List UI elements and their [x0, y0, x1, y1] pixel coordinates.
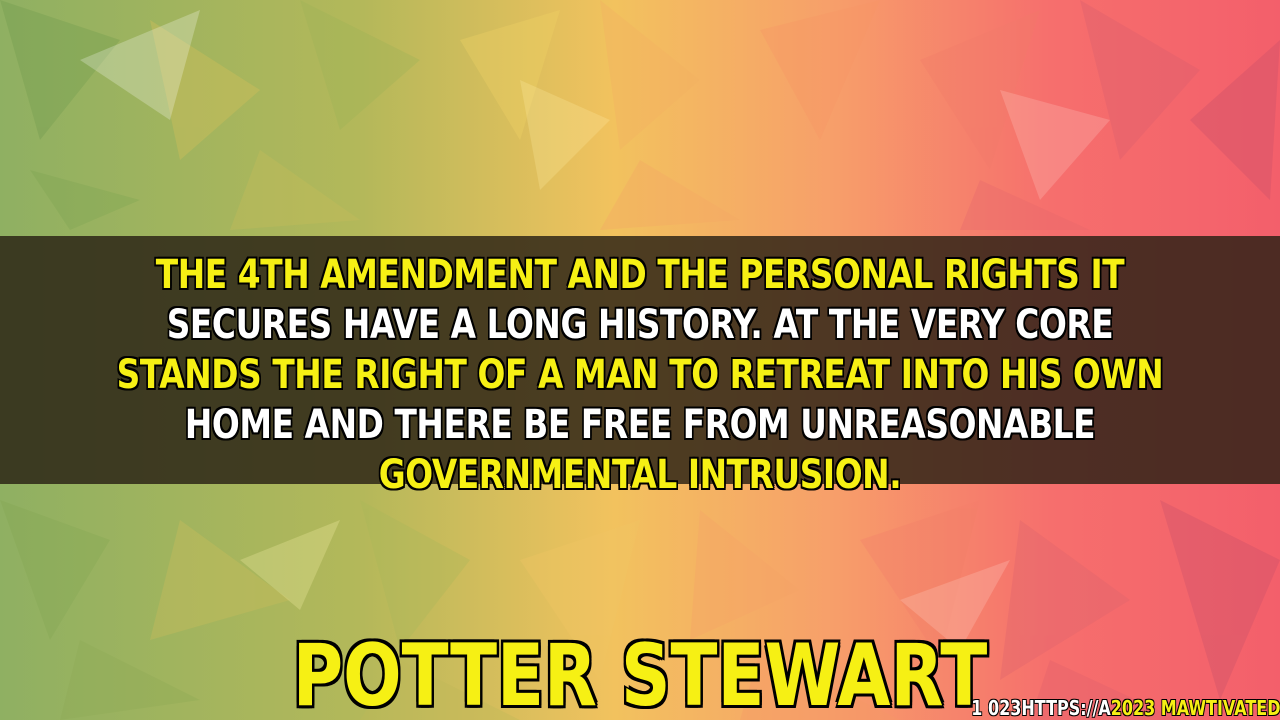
watermark: 1 023HTTPS://A2023 MAWTIVATED	[971, 696, 1280, 720]
watermark-brand: 2023 MAWTIVATED	[1110, 696, 1280, 720]
quote-line-2: secures have a long history. At the very…	[166, 302, 1114, 348]
quote-text: The 4th Amendment and the personal right…	[115, 250, 1165, 500]
quote-line-5: governmental intrusion.	[378, 452, 902, 498]
watermark-url: 1 023HTTPS://A	[970, 696, 1111, 720]
quote-line-3: stands the right of a man to retreat int…	[116, 352, 1164, 398]
quote-line-1: The 4th Amendment and the personal right…	[155, 252, 1125, 298]
quote-line-4: home and there be free from unreasonable	[184, 402, 1096, 448]
